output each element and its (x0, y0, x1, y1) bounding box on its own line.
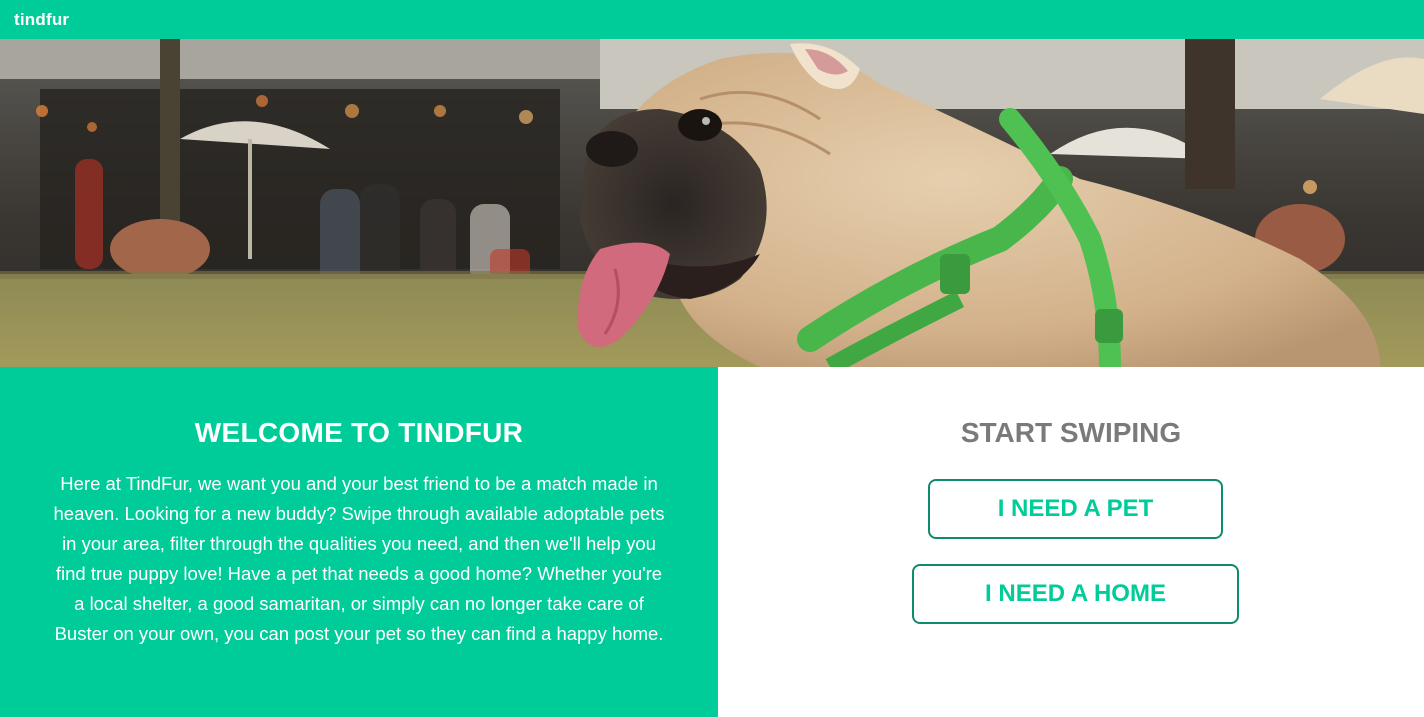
welcome-title: WELCOME TO TINDFUR (194, 417, 524, 448)
start-swiping-title: START SWIPING (960, 417, 1182, 448)
start-swiping-section: START SWIPING I NEED A PET I NEED A HOME (718, 367, 1424, 717)
navbar: tindfur (0, 0, 1424, 39)
need-pet-button[interactable]: I NEED A PET (928, 479, 1223, 539)
welcome-section: WELCOME TO TINDFUR Here at TindFur, we w… (0, 367, 718, 717)
welcome-description: Here at TindFur, we want you and your be… (53, 473, 665, 644)
need-home-button[interactable]: I NEED A HOME (912, 564, 1239, 624)
brand-logo-link[interactable]: tindfur (14, 10, 69, 30)
pug-photo (0, 39, 1424, 367)
hero-image (0, 39, 1424, 367)
